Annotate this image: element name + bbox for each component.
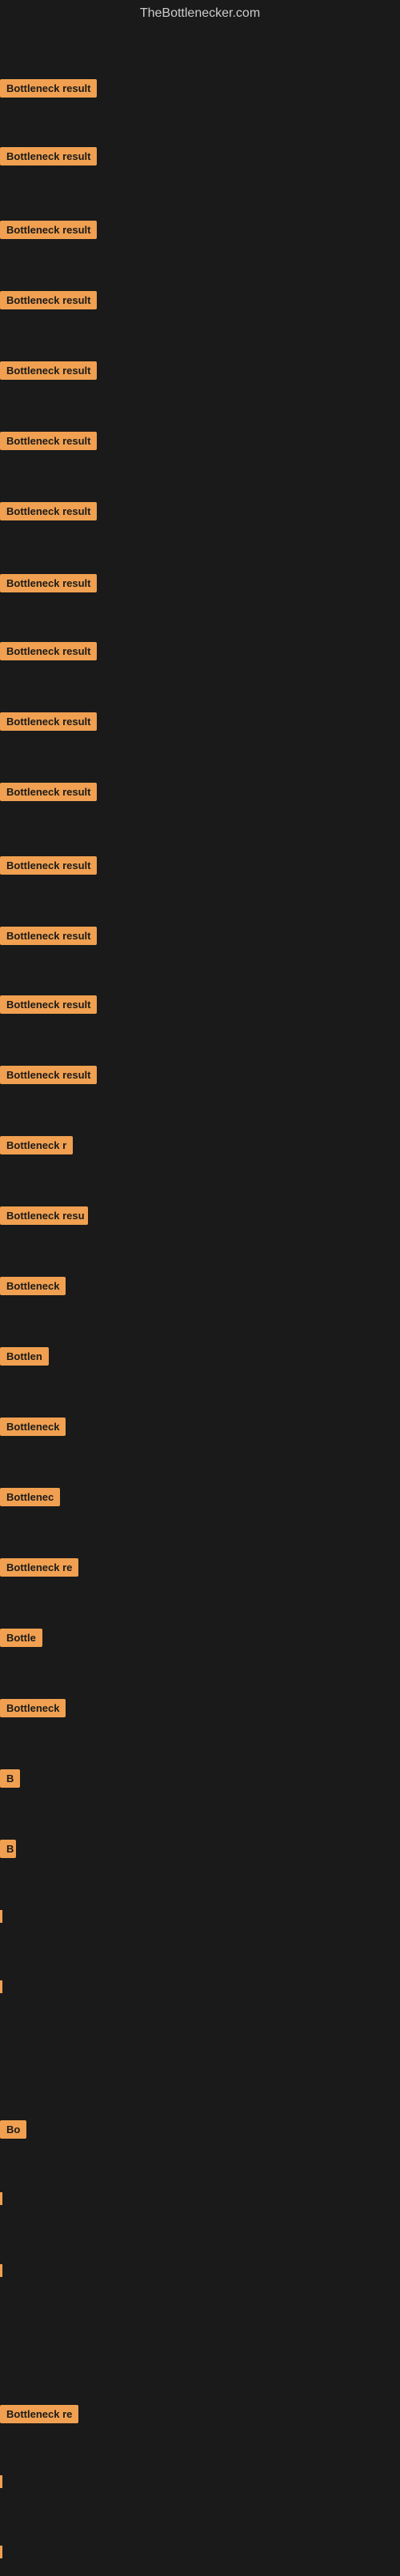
bottleneck-badge: Bottleneck result	[0, 502, 97, 520]
bottleneck-badge: Bottleneck result	[0, 79, 97, 98]
bottleneck-badge: Bottleneck result	[0, 642, 97, 660]
bottleneck-line	[0, 1910, 2, 1923]
bottleneck-result-item: Bottleneck	[0, 1418, 66, 1440]
bottleneck-result-item: Bottlenec	[0, 1488, 60, 1510]
bottleneck-line	[0, 2546, 2, 2558]
bottleneck-result-item: Bottleneck result	[0, 147, 97, 169]
bottleneck-badge: Bottleneck result	[0, 927, 97, 945]
bottleneck-result-item	[0, 2192, 2, 2205]
bottleneck-result-item: Bottleneck result	[0, 502, 97, 524]
bottleneck-result-item	[0, 2264, 2, 2277]
bottleneck-badge: Bottlenec	[0, 1488, 60, 1506]
bottleneck-result-item: Bottleneck result	[0, 79, 97, 102]
bottleneck-badge: Bottleneck result	[0, 1066, 97, 1084]
bottleneck-result-item: B	[0, 1840, 16, 1862]
bottleneck-badge: Bottleneck result	[0, 712, 97, 731]
bottleneck-result-item: Bottleneck result	[0, 783, 97, 805]
bottleneck-result-item: Bottlen	[0, 1347, 49, 1370]
bottleneck-result-item: Bottleneck re	[0, 1558, 78, 1581]
bottleneck-badge: Bottleneck result	[0, 995, 97, 1014]
bottleneck-result-item: Bottleneck result	[0, 1066, 97, 1088]
bottleneck-result-item: Bottleneck result	[0, 712, 97, 735]
bottleneck-result-item: Bottleneck result	[0, 361, 97, 384]
bottleneck-line	[0, 2192, 2, 2205]
bottleneck-result-item	[0, 1980, 2, 1993]
bottleneck-badge: Bottleneck result	[0, 221, 97, 239]
bottleneck-result-item: B	[0, 1769, 20, 1792]
bottleneck-result-item	[0, 1910, 2, 1923]
bottleneck-badge: Bottleneck result	[0, 147, 97, 165]
bottleneck-result-item	[0, 2546, 2, 2558]
bottleneck-result-item: Bottleneck result	[0, 574, 97, 596]
bottleneck-badge: Bottleneck	[0, 1699, 66, 1717]
bottleneck-badge: B	[0, 1840, 16, 1858]
bottleneck-result-item: Bottleneck result	[0, 291, 97, 313]
bottleneck-result-item: Bottleneck result	[0, 995, 97, 1018]
bottleneck-result-item: Bottleneck result	[0, 927, 97, 949]
bottleneck-badge: Bottleneck re	[0, 2405, 78, 2423]
site-title: TheBottlenecker.com	[0, 0, 400, 27]
bottleneck-result-item: Bottleneck resu	[0, 1206, 88, 1229]
bottleneck-result-item: Bottleneck	[0, 1277, 66, 1299]
bottleneck-result-item: Bottleneck result	[0, 856, 97, 879]
bottleneck-badge: Bottleneck result	[0, 574, 97, 592]
bottleneck-line	[0, 2475, 2, 2488]
bottleneck-line	[0, 1980, 2, 1993]
bottleneck-badge: Bottleneck result	[0, 361, 97, 380]
bottleneck-badge: Bottlen	[0, 1347, 49, 1366]
bottleneck-badge: Bottleneck result	[0, 291, 97, 309]
bottleneck-badge: Bottleneck result	[0, 856, 97, 875]
bottleneck-badge: Bottleneck	[0, 1277, 66, 1295]
bottleneck-badge: Bottle	[0, 1629, 42, 1647]
bottleneck-result-item: Bottle	[0, 1629, 42, 1651]
bottleneck-result-item: Bottleneck	[0, 1699, 66, 1721]
bottleneck-result-item: Bo	[0, 2120, 26, 2143]
bottleneck-line	[0, 2264, 2, 2277]
bottleneck-result-item: Bottleneck re	[0, 2405, 78, 2427]
bottleneck-result-item: Bottleneck result	[0, 221, 97, 243]
bottleneck-result-item: Bottleneck result	[0, 432, 97, 454]
bottleneck-badge: Bottleneck result	[0, 783, 97, 801]
bottleneck-badge: B	[0, 1769, 20, 1788]
bottleneck-result-item	[0, 2475, 2, 2488]
bottleneck-result-item: Bottleneck r	[0, 1136, 73, 1158]
bottleneck-badge: Bottleneck	[0, 1418, 66, 1436]
bottleneck-badge: Bottleneck re	[0, 1558, 78, 1577]
bottleneck-badge: Bo	[0, 2120, 26, 2139]
bottleneck-badge: Bottleneck result	[0, 432, 97, 450]
bottleneck-badge: Bottleneck resu	[0, 1206, 88, 1225]
bottleneck-result-item: Bottleneck result	[0, 642, 97, 664]
bottleneck-badge: Bottleneck r	[0, 1136, 73, 1154]
